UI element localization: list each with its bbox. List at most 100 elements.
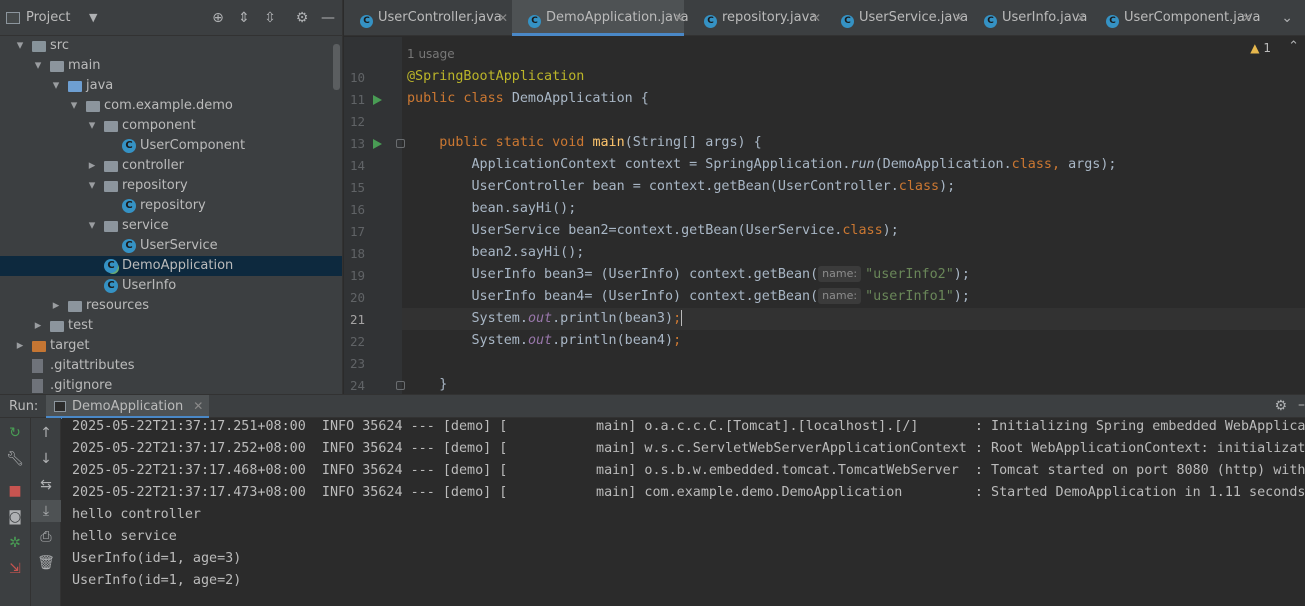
editor-tab[interactable]: C DemoApplication.java ✕ [512,0,689,36]
rerun-icon[interactable]: ↻ [0,422,30,444]
editor-tab[interactable]: C UserInfo.java ✕ [968,0,1088,36]
close-icon[interactable]: ✕ [811,0,821,36]
run-console-output[interactable]: 2025-05-22T21:37:17.251+08:00 INFO 35624… [62,418,1305,606]
close-icon[interactable]: ✕ [674,0,684,36]
expand-all-icon[interactable]: ⇕ [236,10,252,26]
close-icon[interactable]: ✕ [1076,0,1086,36]
editor-tab[interactable]: C UserController.java ✕ [344,0,508,36]
line-number: 12 [349,114,365,129]
tree-item[interactable]: .gitattributes [0,356,342,376]
tree-item[interactable]: ▸ resources [0,296,342,316]
hide-panel-icon[interactable]: — [320,10,336,26]
tree-item-label: controller [122,158,185,173]
tree-item[interactable]: ▾ java [0,76,342,96]
print-icon[interactable]: ⎙ [31,526,61,548]
tree-item[interactable]: ▾ repository [0,176,342,196]
scroll-up-chevron-icon[interactable]: ⌃ [1288,39,1299,54]
run-gutter-icon[interactable] [373,95,382,105]
console-line: UserInfo(id=1, age=3) [72,551,242,566]
settings-gear-icon[interactable]: ⚙ [294,10,310,26]
arrow-down-icon[interactable]: ↓ [31,448,61,470]
chevron-down-icon[interactable]: ▾ [14,36,26,56]
tree-item[interactable]: ▾ service [0,216,342,236]
chevron-right-icon[interactable]: ▸ [50,296,62,316]
tree-item[interactable]: .gitignore [0,376,342,394]
fold-marker-icon[interactable] [396,381,405,390]
chevron-right-icon[interactable]: ▸ [14,336,26,356]
code-line-16: bean.sayHi(); [471,201,577,216]
tree-item[interactable]: ▾ src [0,36,342,56]
tree-item[interactable]: C UserService [0,236,342,256]
project-panel-title[interactable]: Project [26,10,70,25]
stop-icon[interactable]: ■ [0,480,30,502]
wrench-icon[interactable]: 🔧︎ [0,448,30,470]
tab-label: UserInfo.java [1002,10,1088,25]
param-name-hint: name: [818,288,862,304]
close-icon[interactable]: ✕ [954,0,964,36]
code-line-18: bean2.sayHi(); [471,245,585,260]
tree-item-label: com.example.demo [104,98,233,113]
editor-tab[interactable]: Crepository.java ✕ [688,0,821,36]
run-config-tab[interactable]: DemoApplication ✕ [46,395,210,419]
project-dropdown-chevron-icon[interactable]: ▼ [89,11,97,24]
chevron-down-icon[interactable]: ▾ [68,96,80,116]
tree-item[interactable]: ▸ target [0,336,342,356]
tree-item-label: main [68,58,101,73]
run-label: Run: [9,399,39,414]
exit-icon[interactable]: ⇲ [0,558,30,580]
tab-label: UserComponent.java [1124,10,1261,25]
run-settings-gear-icon[interactable]: ⚙ [1274,398,1287,414]
tree-item[interactable]: ▾ main [0,56,342,76]
chevron-right-icon[interactable]: ▸ [32,316,44,336]
close-icon[interactable]: ✕ [498,0,508,36]
tree-item-label: java [86,78,114,93]
close-icon[interactable]: ✕ [1242,0,1252,36]
chevron-down-icon[interactable]: ▾ [50,76,62,96]
chevron-right-icon[interactable]: ▸ [86,156,98,176]
arrow-up-icon[interactable]: ↑ [31,422,61,444]
console-line: 2025-05-22T21:37:17.252+08:00 INFO 35624… [72,441,1305,456]
project-view-icon[interactable] [6,11,20,24]
usage-hint[interactable]: 1 usage [407,47,455,61]
collapse-all-icon[interactable]: ⇳ [262,10,278,26]
run-gutter-icon[interactable] [373,139,382,149]
tree-item[interactable]: C DemoApplication [0,256,342,276]
code-line-11: public class DemoApplication { [407,91,649,106]
chevron-down-icon[interactable]: ▾ [86,216,98,236]
tree-item[interactable]: ▸ test [0,316,342,336]
soft-wrap-icon[interactable]: ⇆ [31,474,61,496]
editor-tab[interactable]: C UserComponent.java ✕ [1090,0,1260,36]
tab-overflow-chevron-icon[interactable]: ⌄ [1281,0,1293,36]
tree-item[interactable]: C UserComponent [0,136,342,156]
line-number: 17 [349,224,365,239]
tree-item[interactable]: ▾ component [0,116,342,136]
camera-dump-icon[interactable]: ◙ [0,506,30,528]
code-line-17: UserService bean2=context.getBean(UserSe… [471,223,899,238]
fold-marker-icon[interactable] [396,139,405,148]
line-number: 10 [349,70,365,85]
hide-run-panel-icon[interactable]: – [1298,397,1305,413]
tree-item[interactable]: C UserInfo [0,276,342,296]
tree-item-label: test [68,318,93,333]
code-editor[interactable]: 10 11 12 13 14 15 16 17 18 19 20 21 22 23 24 1 usage ▲… [344,37,1305,394]
tree-item[interactable]: ▾ com.example.demo [0,96,342,116]
tree-item[interactable]: Crepository [0,196,342,216]
debug-bug-icon[interactable]: ✲ [0,532,30,554]
trash-icon[interactable]: 🗑︎ [31,552,61,574]
chevron-down-icon[interactable]: ▾ [86,176,98,196]
chevron-down-icon[interactable]: ▾ [32,56,44,76]
warnings-indicator[interactable]: ▲ 1 [1250,41,1271,55]
close-icon[interactable]: ✕ [193,395,203,418]
tab-label: repository.java [722,10,818,25]
tree-item[interactable]: ▸ controller [0,156,342,176]
package-icon [104,121,118,132]
editor-tab[interactable]: C UserService.java ✕ [825,0,968,36]
folder-icon [32,41,46,52]
code-line-13: public static void main(String[] args) { [439,135,762,150]
scroll-to-end-icon[interactable]: ⤓ [31,500,61,522]
chevron-down-icon[interactable]: ▾ [86,116,98,136]
project-panel-header: Project ▼ ⊕ ⇕ ⇳ ⚙ — [0,0,342,36]
project-tree-scrollbar[interactable] [333,44,340,90]
locate-file-icon[interactable]: ⊕ [210,10,226,26]
file-icon [32,379,43,393]
